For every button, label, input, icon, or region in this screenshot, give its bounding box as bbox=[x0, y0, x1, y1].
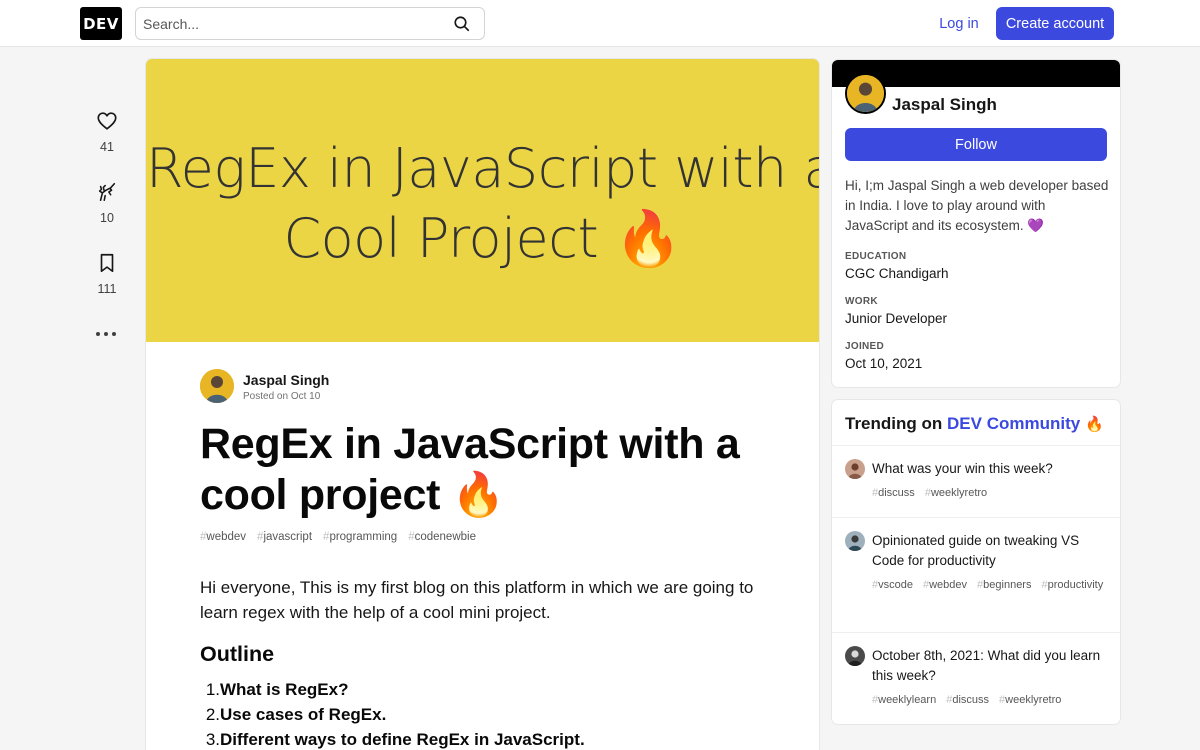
cover-image: RegEx in JavaScript with a Cool Project … bbox=[146, 59, 819, 342]
trending-card: Trending on DEV Community 🔥 What was you… bbox=[832, 400, 1120, 724]
trending-item-avatar bbox=[845, 459, 865, 479]
login-link[interactable]: Log in bbox=[929, 7, 989, 40]
tag-link[interactable]: weeklyretro bbox=[999, 694, 1061, 706]
fire-icon: 🔥 bbox=[1084, 416, 1104, 433]
create-account-button[interactable]: Create account bbox=[996, 7, 1114, 40]
tag-link[interactable]: vscode bbox=[872, 579, 913, 591]
trending-item-title-link[interactable]: Opinionated guide on tweaking VS Code fo… bbox=[872, 531, 1112, 571]
unicorn-icon bbox=[98, 182, 116, 202]
more-options-icon[interactable] bbox=[96, 329, 116, 339]
tag-link[interactable]: beginners bbox=[977, 579, 1031, 591]
divider bbox=[832, 517, 1120, 518]
cover-title-line2: Cool Project 🔥 bbox=[283, 207, 682, 270]
list-text: Different ways to define RegEx in JavaSc… bbox=[220, 730, 585, 749]
joined-value: Oct 10, 2021 bbox=[845, 356, 923, 371]
search-icon[interactable] bbox=[453, 15, 471, 33]
tag-link[interactable]: discuss bbox=[946, 694, 989, 706]
education-label: EDUCATION bbox=[845, 251, 907, 262]
unicorn-reaction-button[interactable]: 10 bbox=[86, 181, 128, 225]
cover-title-line1: RegEx in JavaScript with a bbox=[146, 137, 819, 200]
author-avatar[interactable] bbox=[200, 369, 234, 403]
bookmark-reaction-button[interactable]: 111 bbox=[86, 252, 128, 296]
dot bbox=[96, 332, 100, 336]
education-value: CGC Chandigarh bbox=[845, 266, 949, 281]
article-title: RegEx in JavaScript with a cool project … bbox=[200, 420, 740, 519]
author-profile-card: Jaspal Singh Follow Hi, I;m Jaspal Singh… bbox=[832, 60, 1120, 387]
list-text: What is RegEx? bbox=[220, 680, 349, 699]
tag-link[interactable]: webdev bbox=[200, 531, 246, 543]
author-name-link[interactable]: Jaspal Singh bbox=[243, 372, 329, 388]
trending-item-avatar bbox=[845, 646, 865, 666]
divider bbox=[832, 632, 1120, 633]
like-count: 41 bbox=[100, 140, 114, 154]
trending-item-title-link[interactable]: October 8th, 2021: What did you learn th… bbox=[872, 646, 1112, 686]
bookmark-icon bbox=[100, 253, 114, 273]
person-avatar-icon bbox=[845, 646, 865, 666]
posted-date: Posted on Oct 10 bbox=[243, 391, 321, 402]
tag-link[interactable]: weeklylearn bbox=[872, 694, 936, 706]
trending-item-tags: vscode webdev beginners productivity bbox=[872, 579, 1112, 591]
trending-heading: Trending on DEV Community 🔥 bbox=[845, 414, 1104, 434]
person-avatar-icon bbox=[847, 75, 884, 112]
trending-item-title-link[interactable]: What was your win this week? bbox=[872, 459, 1112, 479]
dot bbox=[112, 332, 116, 336]
work-label: WORK bbox=[845, 296, 878, 307]
heart-icon bbox=[97, 112, 117, 130]
tag-link[interactable]: weeklyretro bbox=[925, 487, 987, 499]
top-header: DEV Log in Create account bbox=[0, 0, 1200, 47]
list-number: 1. bbox=[205, 680, 220, 699]
work-value: Junior Developer bbox=[845, 311, 948, 326]
tag-link[interactable]: productivity bbox=[1041, 579, 1104, 591]
tag-link[interactable]: discuss bbox=[872, 487, 915, 499]
list-item: 3. Different ways to define RegEx in Java… bbox=[200, 727, 585, 750]
list-item: 2. Use cases of RegEx. bbox=[200, 702, 585, 727]
profile-avatar[interactable] bbox=[845, 73, 886, 114]
person-avatar-icon bbox=[845, 459, 865, 479]
joined-label: JOINED bbox=[845, 341, 885, 352]
bookmark-count: 111 bbox=[97, 282, 117, 296]
article-intro: Hi everyone, This is my first blog on th… bbox=[200, 578, 754, 622]
search-input[interactable] bbox=[136, 8, 436, 39]
divider bbox=[832, 445, 1120, 446]
unicorn-count: 10 bbox=[100, 211, 114, 225]
follow-button[interactable]: Follow bbox=[845, 128, 1107, 161]
trending-item-tags: discuss weeklyretro bbox=[872, 487, 1112, 499]
tag-link[interactable]: codenewbie bbox=[408, 531, 476, 543]
person-avatar-icon bbox=[200, 369, 234, 403]
like-reaction-button[interactable]: 41 bbox=[86, 110, 128, 154]
trending-heading-prefix: Trending on bbox=[845, 414, 943, 433]
list-number: 2. bbox=[205, 705, 220, 724]
tag-link[interactable]: webdev bbox=[923, 579, 967, 591]
article-tags: webdev javascript programming codenewbie bbox=[200, 531, 476, 543]
article-card: RegEx in JavaScript with a Cool Project … bbox=[146, 59, 819, 750]
profile-bio: Hi, I;m Jaspal Singh a web developer bas… bbox=[845, 178, 1109, 233]
list-item: 1. What is RegEx? bbox=[200, 677, 585, 702]
list-text: Use cases of RegEx. bbox=[220, 705, 387, 724]
tag-link[interactable]: javascript bbox=[257, 531, 312, 543]
profile-name-link[interactable]: Jaspal Singh bbox=[892, 95, 997, 115]
trending-item-tags: weeklylearn discuss weeklyretro bbox=[872, 694, 1112, 706]
dev-logo[interactable]: DEV bbox=[80, 7, 122, 40]
outline-list: 1. What is RegEx? 2. Use cases of RegEx. 3… bbox=[200, 677, 585, 750]
dot bbox=[104, 332, 108, 336]
list-number: 3. bbox=[205, 730, 220, 749]
trending-item-avatar bbox=[845, 531, 865, 551]
search-box[interactable] bbox=[135, 7, 485, 40]
tag-link[interactable]: programming bbox=[323, 531, 397, 543]
outline-heading: Outline bbox=[200, 642, 275, 666]
community-link[interactable]: DEV Community bbox=[947, 414, 1080, 433]
person-avatar-icon bbox=[845, 531, 865, 551]
